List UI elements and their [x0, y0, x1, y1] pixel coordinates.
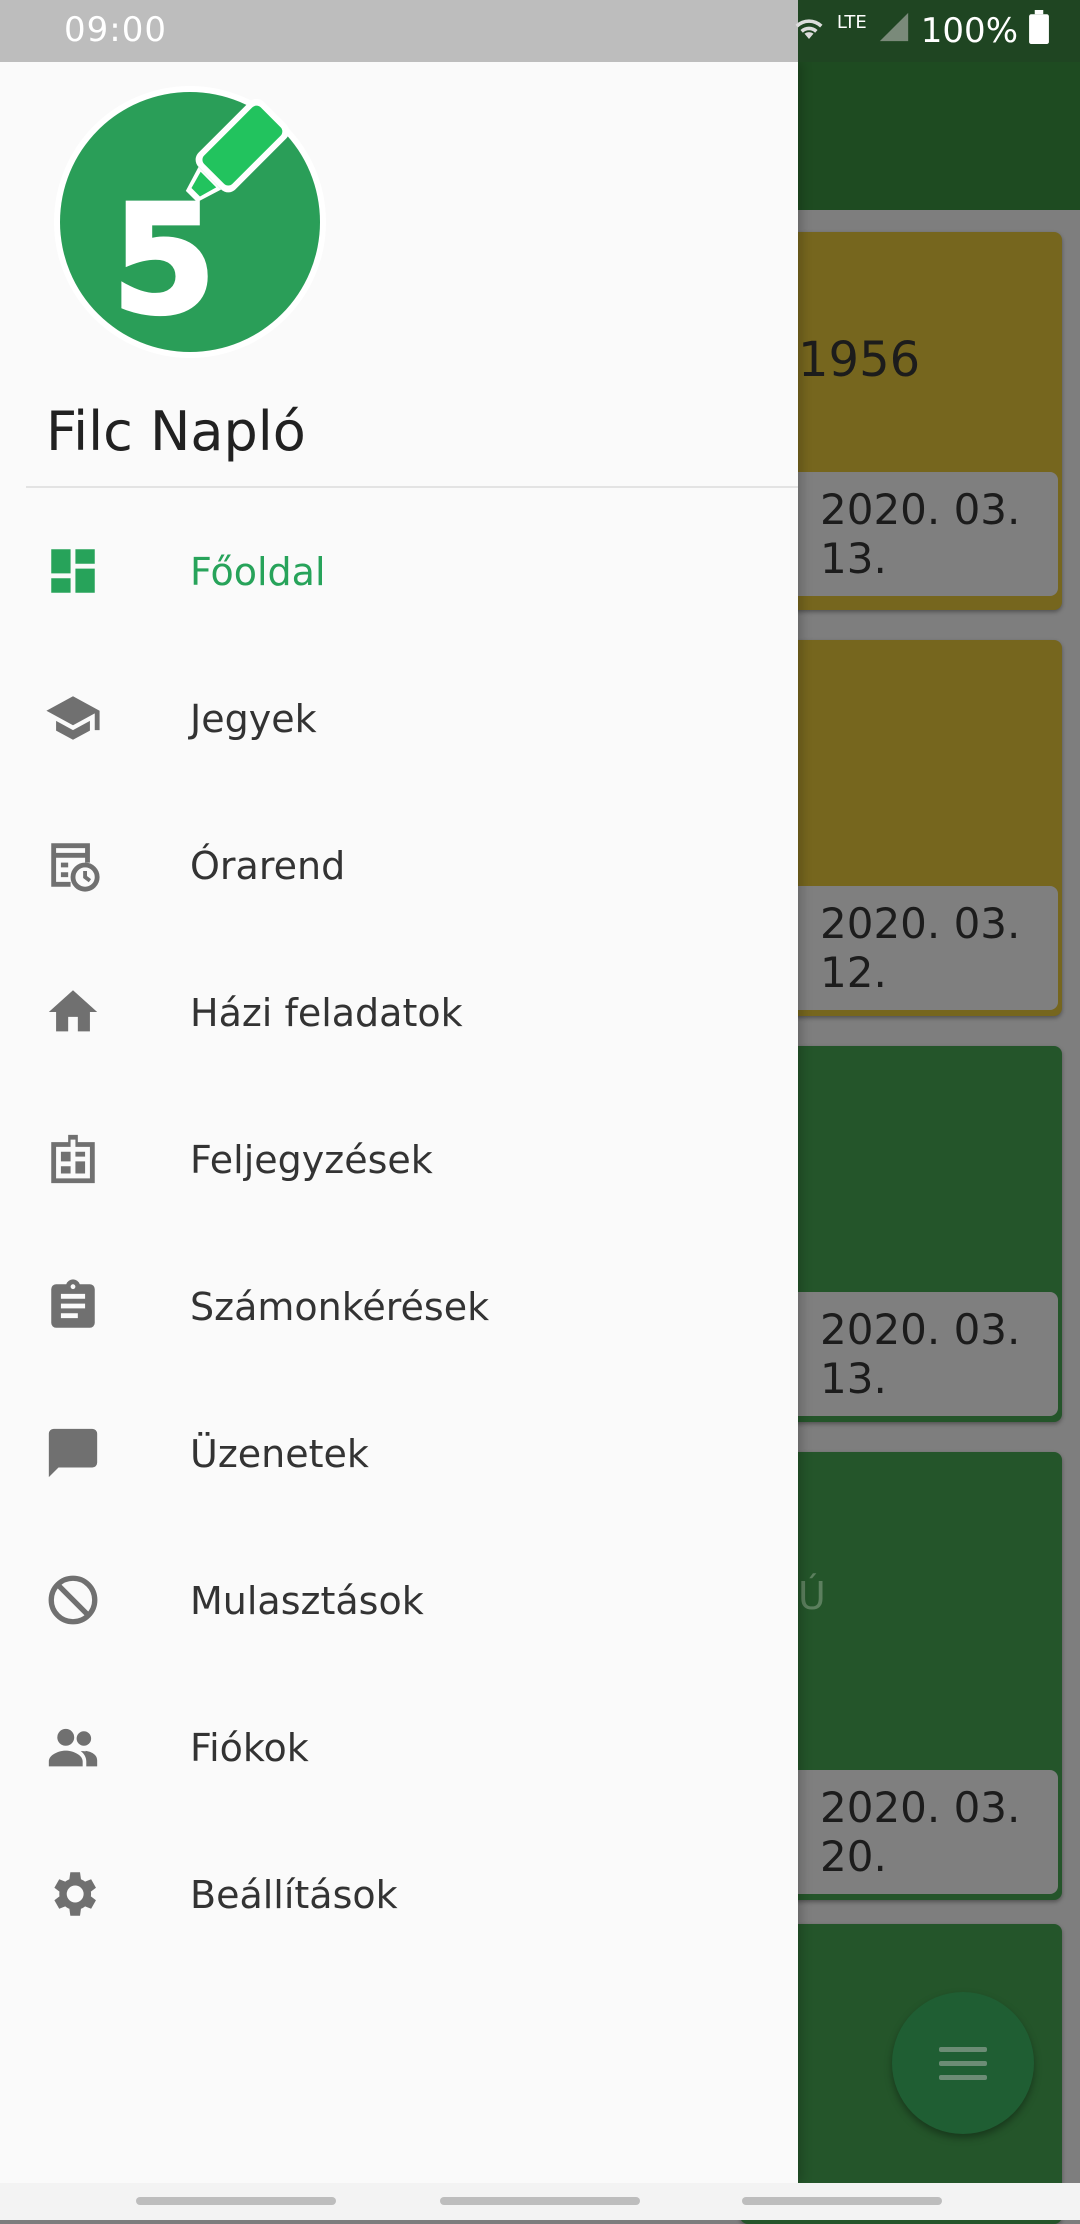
card-title: Ú: [798, 1574, 826, 1618]
drawer-item-label: Beállítások: [190, 1872, 398, 1917]
notes-board-icon: [44, 1130, 102, 1188]
dashboard-icon: [44, 542, 102, 600]
status-icons: LTE 100%: [791, 8, 1050, 54]
header-divider: [26, 486, 798, 488]
battery-icon: [1028, 9, 1050, 53]
drawer-item-szamonkeresek[interactable]: Számonkérések: [0, 1233, 798, 1380]
drawer-item-jegyek[interactable]: Jegyek: [0, 645, 798, 792]
drawer-item-label: Órarend: [190, 843, 346, 888]
drawer-item-label: Mulasztások: [190, 1578, 424, 1623]
status-bar: 09:00 LTE 100%: [0, 0, 1080, 62]
drawer-item-label: Házi feladatok: [190, 990, 463, 1035]
clipboard-icon: [44, 1277, 102, 1335]
gear-icon: [44, 1865, 102, 1923]
status-time: 09:00: [64, 10, 167, 50]
drawer-item-label: Főoldal: [190, 549, 326, 594]
drawer-item-beallitasok[interactable]: Beállítások: [0, 1821, 798, 1968]
system-nav-bar: [0, 2183, 1080, 2220]
drawer-nav-list: Főoldal Jegyek Órarend Házi feladatok Fe…: [0, 498, 798, 1968]
app-logo: 5: [52, 84, 328, 360]
card-date: 2020. 03. 13.: [760, 472, 1058, 596]
network-type: LTE: [836, 11, 867, 33]
menu-icon: [939, 2046, 987, 2080]
block-icon: [44, 1571, 102, 1629]
drawer-item-label: Jegyek: [190, 696, 317, 741]
drawer-item-label: Fiókok: [190, 1725, 309, 1770]
people-icon: [44, 1718, 102, 1776]
drawer-item-hazi-feladatok[interactable]: Házi feladatok: [0, 939, 798, 1086]
card-title: 1956: [798, 332, 921, 388]
drawer-item-orarend[interactable]: Órarend: [0, 792, 798, 939]
drawer-item-fiokok[interactable]: Fiókok: [0, 1674, 798, 1821]
drawer-item-feljegyzesek[interactable]: Feljegyzések: [0, 1086, 798, 1233]
navigation-drawer: 5 Filc Napló Főoldal Jegyek Órarend Házi…: [0, 62, 798, 2183]
card-date: 2020. 03. 20.: [760, 1770, 1058, 1894]
card-date: 2020. 03. 12.: [760, 886, 1058, 1010]
drawer-item-uzenetek[interactable]: Üzenetek: [0, 1380, 798, 1527]
drawer-item-fooldal[interactable]: Főoldal: [0, 498, 798, 645]
nav-back-button[interactable]: [742, 2197, 942, 2205]
timetable-icon: [44, 836, 102, 894]
drawer-item-mulasztasok[interactable]: Mulasztások: [0, 1527, 798, 1674]
wifi-icon: [791, 11, 827, 51]
home-icon: [44, 983, 102, 1041]
drawer-item-label: Üzenetek: [190, 1431, 369, 1476]
app-name: Filc Napló: [46, 400, 306, 463]
battery-percent: 100%: [920, 11, 1018, 51]
nav-recents-button[interactable]: [136, 2197, 336, 2205]
card-date: 2020. 03. 13.: [760, 1292, 1058, 1416]
drawer-item-label: Számonkérések: [190, 1284, 490, 1329]
signal-icon: [877, 10, 911, 53]
drawer-item-label: Feljegyzések: [190, 1137, 433, 1182]
school-cap-icon: [44, 689, 102, 747]
nav-home-button[interactable]: [440, 2197, 640, 2205]
message-icon: [44, 1424, 102, 1482]
menu-fab[interactable]: [892, 1992, 1034, 2134]
